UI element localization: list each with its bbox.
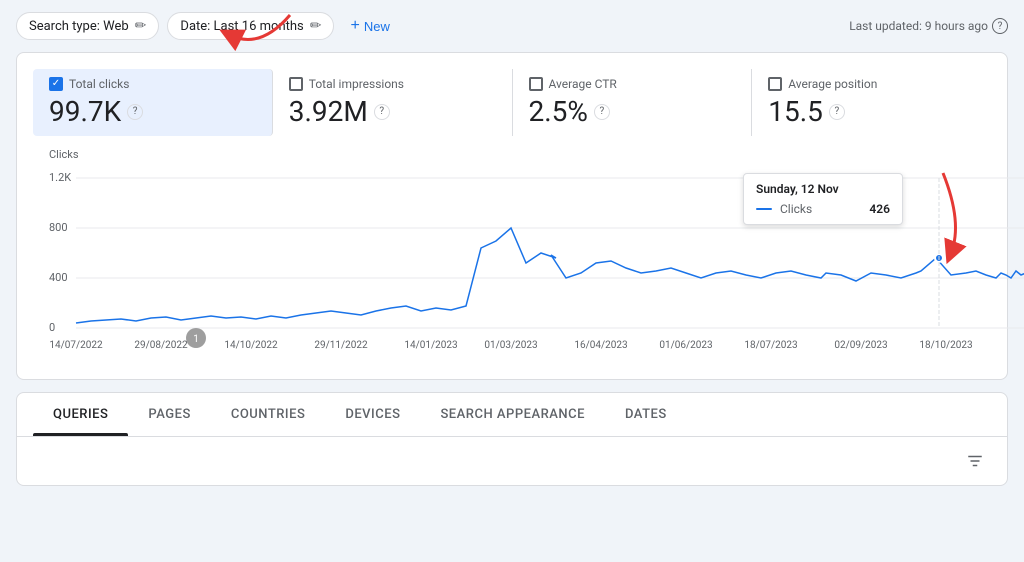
tabs-content <box>17 437 1007 485</box>
date-edit-icon: ✏ <box>310 18 322 34</box>
total-impressions-help-icon[interactable]: ? <box>374 104 390 120</box>
svg-text:29/08/2022: 29/08/2022 <box>134 340 188 351</box>
new-label: New <box>364 19 390 34</box>
average-ctr-help-icon[interactable]: ? <box>594 104 610 120</box>
new-button[interactable]: + New <box>342 12 397 40</box>
filter-button[interactable] <box>959 445 991 477</box>
tabs-row: QUERIES PAGES COUNTRIES DEVICES SEARCH A… <box>17 393 1007 437</box>
chart-tooltip: Sunday, 12 Nov Clicks 426 <box>743 173 903 225</box>
total-clicks-label: Total clicks <box>69 77 129 91</box>
chart-container: Clicks 1.2K 800 400 0 <box>33 148 991 363</box>
svg-text:18/07/2023: 18/07/2023 <box>744 340 797 351</box>
svg-text:18/10/2023: 18/10/2023 <box>919 340 972 351</box>
svg-text:16/04/2023: 16/04/2023 <box>574 340 627 351</box>
svg-text:1: 1 <box>193 334 199 345</box>
tab-countries[interactable]: COUNTRIES <box>211 393 326 436</box>
metric-total-impressions[interactable]: Total impressions 3.92M ? <box>273 69 513 136</box>
metric-average-position[interactable]: Average position 15.5 ? <box>752 69 991 136</box>
svg-text:14/10/2022: 14/10/2022 <box>224 340 278 351</box>
plus-icon: + <box>350 17 359 35</box>
last-updated-help-icon[interactable]: ? <box>992 18 1008 34</box>
search-type-filter[interactable]: Search type: Web ✏ <box>16 12 159 40</box>
search-type-label: Search type: Web <box>29 19 129 34</box>
svg-text:01/03/2023: 01/03/2023 <box>484 340 537 351</box>
average-position-help-icon[interactable]: ? <box>829 104 845 120</box>
svg-text:01/06/2023: 01/06/2023 <box>659 340 712 351</box>
total-impressions-value: 3.92M <box>289 95 368 128</box>
average-ctr-value: 2.5% <box>529 95 588 128</box>
top-bar: Search type: Web ✏ Date: Last 16 months … <box>16 12 1008 40</box>
chart-y-axis-label: Clicks <box>49 148 983 161</box>
average-position-value: 15.5 <box>768 95 823 128</box>
svg-text:14/07/2022: 14/07/2022 <box>49 340 103 351</box>
average-position-checkbox[interactable] <box>768 77 782 91</box>
svg-text:02/09/2023: 02/09/2023 <box>834 340 887 351</box>
metric-total-clicks[interactable]: ✓ Total clicks 99.7K ? <box>33 69 273 136</box>
tooltip-date: Sunday, 12 Nov <box>756 182 890 196</box>
svg-text:1.2K: 1.2K <box>49 171 71 184</box>
tooltip-line-indicator <box>756 208 772 210</box>
date-filter[interactable]: Date: Last 16 months ✏ <box>167 12 334 40</box>
tab-dates[interactable]: DATES <box>605 393 687 436</box>
total-clicks-checkbox[interactable]: ✓ <box>49 77 63 91</box>
average-ctr-label: Average CTR <box>549 77 617 91</box>
total-clicks-value: 99.7K <box>49 95 121 128</box>
svg-text:800: 800 <box>49 221 68 234</box>
svg-text:14/01/2023: 14/01/2023 <box>404 340 457 351</box>
metrics-chart-card: ✓ Total clicks 99.7K ? Total impressions… <box>16 52 1008 380</box>
tooltip-metric-label: Clicks <box>780 202 812 216</box>
tabs-card: QUERIES PAGES COUNTRIES DEVICES SEARCH A… <box>16 392 1008 486</box>
svg-text:0: 0 <box>49 321 55 334</box>
date-label: Date: Last 16 months <box>180 19 303 34</box>
average-position-label: Average position <box>788 77 877 91</box>
tab-pages[interactable]: PAGES <box>128 393 210 436</box>
last-updated: Last updated: 9 hours ago ? <box>849 18 1008 34</box>
tooltip-metric-value: 426 <box>869 202 890 216</box>
metrics-row: ✓ Total clicks 99.7K ? Total impressions… <box>33 69 991 136</box>
check-icon: ✓ <box>52 79 60 89</box>
total-clicks-help-icon[interactable]: ? <box>127 104 143 120</box>
tab-queries[interactable]: QUERIES <box>33 393 128 436</box>
metric-average-ctr[interactable]: Average CTR 2.5% ? <box>513 69 753 136</box>
total-impressions-checkbox[interactable] <box>289 77 303 91</box>
search-type-edit-icon: ✏ <box>135 18 147 34</box>
total-impressions-label: Total impressions <box>309 77 404 91</box>
tab-devices[interactable]: DEVICES <box>325 393 420 436</box>
svg-text:29/11/2022: 29/11/2022 <box>314 340 368 351</box>
top-bar-left: Search type: Web ✏ Date: Last 16 months … <box>16 12 398 40</box>
svg-text:400: 400 <box>49 271 68 284</box>
tab-search-appearance[interactable]: SEARCH APPEARANCE <box>420 393 605 436</box>
average-ctr-checkbox[interactable] <box>529 77 543 91</box>
